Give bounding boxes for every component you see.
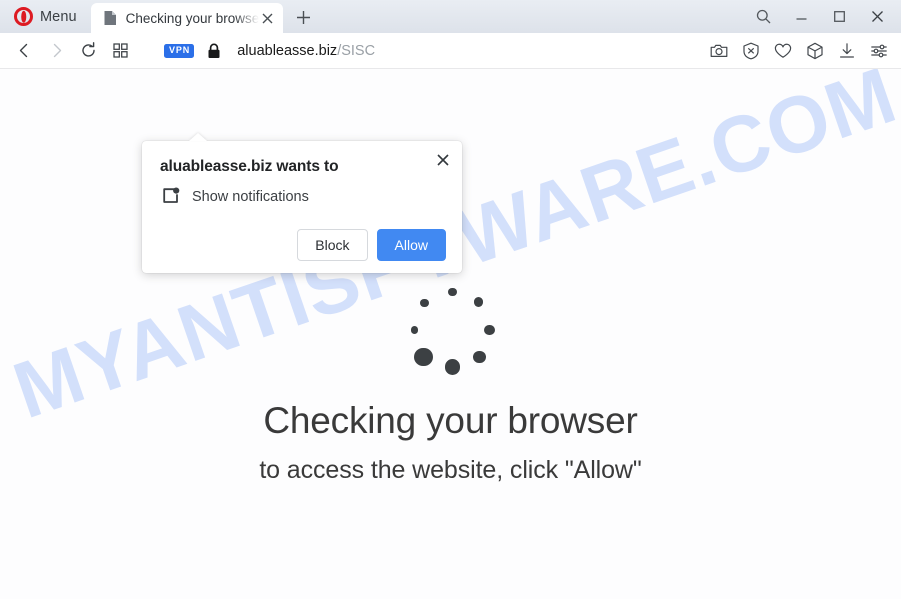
vpn-badge[interactable]: VPN bbox=[164, 43, 195, 58]
opera-browser-window: Menu Checking your browser VPN aluableas… bbox=[0, 0, 901, 599]
page-subtitle: to access the website, click "Allow" bbox=[259, 456, 642, 484]
permission-request-row: Show notifications bbox=[158, 186, 446, 207]
notification-permission-dialog: aluableasse.biz wants to Show notificati… bbox=[142, 141, 462, 274]
opera-logo-icon bbox=[14, 7, 33, 26]
plus-icon bbox=[297, 10, 311, 24]
close-window-icon[interactable] bbox=[859, 3, 895, 31]
spinner-dot bbox=[444, 359, 461, 375]
back-arrow-icon[interactable] bbox=[8, 36, 40, 66]
forward-arrow-icon[interactable] bbox=[40, 36, 72, 66]
spinner-dot bbox=[420, 298, 429, 308]
permission-dialog-actions: Block Allow bbox=[158, 229, 446, 262]
spinner-dot bbox=[484, 324, 495, 336]
close-icon[interactable] bbox=[432, 149, 454, 171]
url-path: /SISC bbox=[337, 42, 376, 59]
page-title: Checking your browser bbox=[263, 400, 638, 441]
url-host: aluableasse.biz bbox=[237, 42, 338, 59]
downloads-icon[interactable] bbox=[833, 37, 861, 65]
extensions-cube-icon[interactable] bbox=[801, 37, 829, 65]
permission-dialog-title: aluableasse.biz wants to bbox=[160, 158, 339, 175]
new-tab-button[interactable] bbox=[289, 2, 319, 32]
search-icon[interactable] bbox=[745, 3, 781, 31]
spinner-dot bbox=[414, 347, 433, 367]
address-bar[interactable]: VPN aluableasse.biz/SISC bbox=[164, 36, 705, 66]
permission-label: Show notifications bbox=[192, 188, 309, 205]
opera-menu-button[interactable]: Menu bbox=[8, 0, 87, 33]
loading-spinner bbox=[406, 287, 496, 378]
spinner-dot bbox=[473, 297, 484, 307]
url-text: aluableasse.biz/SISC bbox=[237, 43, 375, 59]
allow-button[interactable]: Allow bbox=[376, 229, 446, 262]
ad-blocker-shield-icon[interactable] bbox=[737, 37, 765, 65]
heart-favorite-icon[interactable] bbox=[769, 37, 797, 65]
close-icon[interactable] bbox=[259, 9, 277, 27]
reload-icon[interactable] bbox=[72, 36, 104, 66]
page-document-icon bbox=[103, 10, 118, 26]
easy-setup-sliders-icon[interactable] bbox=[865, 37, 893, 65]
tab-strip: Menu Checking your browser bbox=[0, 0, 901, 33]
spinner-dot bbox=[448, 287, 457, 297]
minimize-icon[interactable] bbox=[783, 3, 819, 31]
notification-bell-box-icon bbox=[160, 186, 181, 207]
block-button[interactable]: Block bbox=[297, 229, 368, 262]
menu-button-label: Menu bbox=[40, 8, 77, 25]
toolbar-actions bbox=[705, 37, 893, 65]
browser-tab-title: Checking your browser bbox=[125, 10, 259, 26]
spinner-dot bbox=[410, 326, 419, 334]
page-viewport: MYANTISPYWARE.COM Checking your browser … bbox=[0, 69, 901, 599]
spinner-dot bbox=[473, 350, 486, 364]
padlock-icon[interactable] bbox=[207, 43, 221, 59]
browser-tab[interactable]: Checking your browser bbox=[90, 3, 283, 33]
page-content: Checking your browser to access the webs… bbox=[0, 69, 901, 485]
window-controls bbox=[745, 0, 895, 33]
snapshot-camera-icon[interactable] bbox=[705, 37, 733, 65]
grid-tiles-icon[interactable] bbox=[104, 36, 136, 66]
maximize-icon[interactable] bbox=[821, 3, 857, 31]
navigation-toolbar: VPN aluableasse.biz/SISC bbox=[0, 33, 901, 69]
